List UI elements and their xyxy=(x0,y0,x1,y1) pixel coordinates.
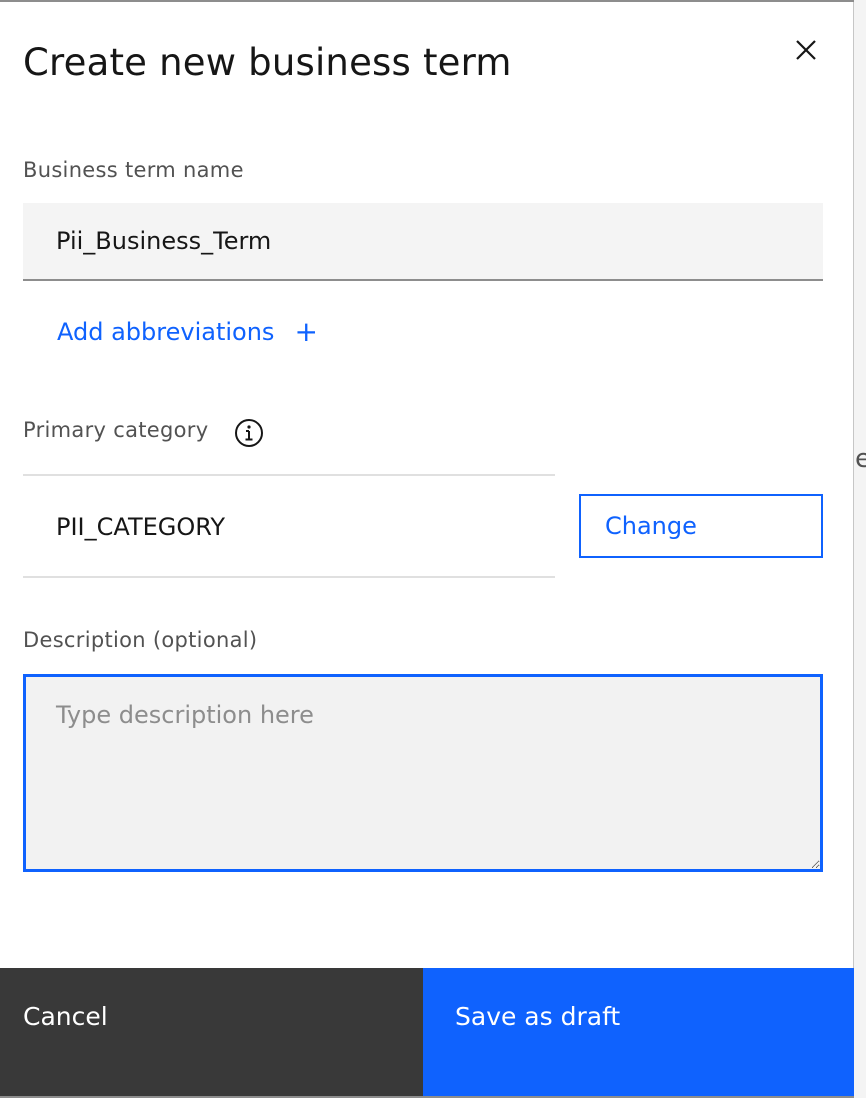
add-abbreviations-link[interactable]: Add abbreviations + xyxy=(57,316,318,348)
description-textarea[interactable] xyxy=(23,674,823,872)
business-term-name-label: Business term name xyxy=(23,158,244,182)
close-button[interactable] xyxy=(786,30,826,70)
backdrop-page xyxy=(854,0,866,1098)
close-icon xyxy=(796,40,816,60)
cancel-button-label: Cancel xyxy=(23,1002,108,1031)
description-label: Description (optional) xyxy=(23,628,258,652)
create-business-term-modal: Create new business term Business term n… xyxy=(0,2,854,1096)
primary-category-value: PII_CATEGORY xyxy=(56,513,226,541)
plus-icon: + xyxy=(294,315,318,348)
info-icon[interactable] xyxy=(234,418,264,448)
cancel-button[interactable]: Cancel xyxy=(0,968,423,1096)
save-as-draft-button[interactable]: Save as draft xyxy=(423,968,854,1096)
save-as-draft-label: Save as draft xyxy=(455,1002,621,1031)
primary-category-display: PII_CATEGORY xyxy=(23,474,555,578)
modal-title: Create new business term xyxy=(23,41,512,84)
change-category-button[interactable]: Change xyxy=(579,494,823,558)
add-abbreviations-label: Add abbreviations xyxy=(57,318,275,346)
backdrop-text-fragment: e xyxy=(855,444,866,474)
modal-footer: Cancel Save as draft xyxy=(0,968,854,1096)
primary-category-label: Primary category xyxy=(23,418,209,442)
business-term-name-input[interactable] xyxy=(23,203,823,281)
